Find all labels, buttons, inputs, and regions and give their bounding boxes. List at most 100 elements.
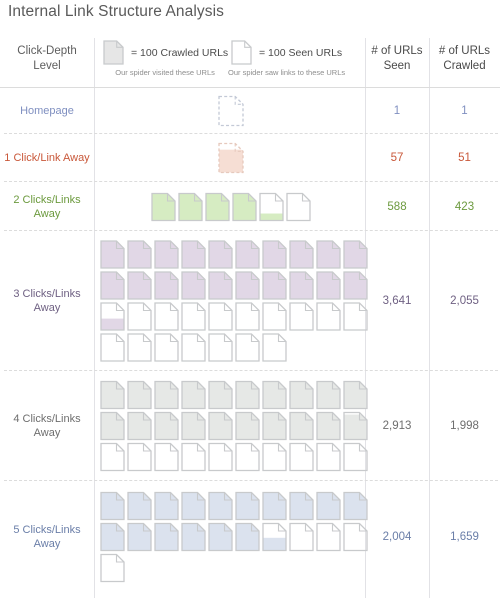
document-partial-icon [262, 523, 287, 552]
document-filled-icon [316, 492, 341, 521]
document-filled-icon [181, 523, 206, 552]
document-filled-icon [316, 240, 341, 269]
document-outline-icon [235, 302, 260, 331]
row-depth-label: 1 Click/Link Away [2, 151, 92, 165]
document-filled-icon [289, 381, 314, 410]
row-depth-label: 3 Clicks/Links Away [2, 287, 92, 315]
document-outline-icon [262, 333, 287, 362]
document-filled-icon [181, 240, 206, 269]
cell-urls-seen: 57 [365, 152, 429, 164]
legend-item-crawled: = 100 Crawled URLs Our spider visited th… [103, 40, 228, 77]
legend-equals-label: = 100 Seen URLs [259, 47, 342, 59]
document-filled-icon [289, 492, 314, 521]
document-outline-icon [181, 302, 206, 331]
document-outline-icon [235, 333, 260, 362]
legend-item-seen: = 100 Seen URLs Our spider saw links to … [231, 40, 345, 77]
row-depth-label: 5 Clicks/Links Away [2, 523, 92, 551]
header-click-depth-line2: Level [0, 59, 94, 74]
cell-urls-seen: 2,004 [365, 531, 429, 543]
cell-urls-crawled: 2,055 [429, 295, 500, 307]
document-filled-icon [100, 381, 125, 410]
document-filled-icon [127, 412, 152, 441]
table-row: 5 Clicks/Links Away [0, 481, 500, 593]
document-outline-icon [231, 40, 252, 65]
document-filled-icon [316, 271, 341, 300]
document-outline-icon [262, 302, 287, 331]
document-outline-icon [262, 443, 287, 472]
document-filled-icon [154, 240, 179, 269]
header-urls-crawled-line2: Crawled [429, 59, 500, 74]
document-filled-icon [100, 240, 125, 269]
document-filled-icon [181, 492, 206, 521]
document-partial-icon [259, 192, 284, 221]
document-filled-icon [235, 381, 260, 410]
document-outline-icon [181, 443, 206, 472]
link-depth-table: Click-Depth Level = 100 Crawled URLs Our… [0, 36, 500, 598]
document-filled-icon [316, 412, 341, 441]
table-row: 1 Click/Link Away 5751 [0, 134, 500, 182]
document-filled-icon [262, 412, 287, 441]
table-row: 4 Clicks/Links Away [0, 371, 500, 481]
document-outline-icon [316, 302, 341, 331]
document-filled-icon [100, 271, 125, 300]
document-partial-icon [218, 143, 244, 174]
document-filled-icon [235, 492, 260, 521]
document-filled-icon [208, 271, 233, 300]
document-filled-icon [289, 412, 314, 441]
cell-urls-crawled: 423 [429, 201, 500, 213]
document-filled-icon [127, 240, 152, 269]
cell-urls-crawled: 1,998 [429, 420, 500, 432]
row-depth-label: 2 Clicks/Links Away [2, 193, 92, 221]
document-outline-icon [154, 333, 179, 362]
document-filled-icon [154, 381, 179, 410]
document-outline-icon [316, 443, 341, 472]
document-filled-icon [103, 40, 124, 65]
document-partial-icon [100, 302, 125, 331]
table-row: 3 Clicks/Links Away [0, 231, 500, 371]
document-filled-icon [262, 271, 287, 300]
row-icon-grid [100, 240, 362, 362]
table-row: 2 Clicks/Links Away 588423 [0, 182, 500, 231]
header-urls-crawled-line1: # of URLs [429, 44, 500, 59]
row-icon-grid [100, 492, 362, 583]
document-outline-icon [218, 96, 244, 127]
document-filled-icon [208, 492, 233, 521]
document-filled-icon [208, 240, 233, 269]
document-filled-icon [154, 492, 179, 521]
document-outline-icon [127, 302, 152, 331]
cell-urls-seen: 2,913 [365, 420, 429, 432]
document-filled-icon [343, 381, 368, 410]
document-outline-icon [289, 302, 314, 331]
document-filled-icon [289, 240, 314, 269]
header-urls-seen-line2: Seen [365, 59, 429, 74]
document-filled-icon [178, 192, 203, 221]
document-outline-icon [208, 333, 233, 362]
document-outline-icon [154, 302, 179, 331]
document-outline-icon [100, 554, 125, 583]
document-filled-icon [343, 240, 368, 269]
cell-urls-seen: 1 [365, 105, 429, 117]
document-filled-icon [235, 412, 260, 441]
legend-equals-label: = 100 Crawled URLs [131, 47, 228, 59]
document-filled-icon [232, 192, 257, 221]
row-icon-grid [100, 381, 362, 472]
document-filled-icon [181, 381, 206, 410]
cell-urls-seen: 588 [365, 201, 429, 213]
document-outline-icon [316, 523, 341, 552]
cell-urls-seen: 3,641 [365, 295, 429, 307]
document-outline-icon [100, 443, 125, 472]
document-filled-icon [289, 271, 314, 300]
document-filled-icon [262, 381, 287, 410]
document-outline-icon [286, 192, 311, 221]
legend-note: Our spider saw links to these URLs [228, 68, 345, 77]
row-icon-grid [100, 192, 362, 221]
header-click-depth-line1: Click-Depth [0, 44, 94, 59]
document-filled-icon [262, 492, 287, 521]
document-filled-icon [100, 492, 125, 521]
header-click-depth: Click-Depth Level [0, 44, 94, 74]
table-row: Homepage 11 [0, 88, 500, 134]
document-filled-icon [205, 192, 230, 221]
document-filled-icon [181, 412, 206, 441]
row-icon-grid [100, 143, 362, 174]
document-filled-icon [181, 271, 206, 300]
